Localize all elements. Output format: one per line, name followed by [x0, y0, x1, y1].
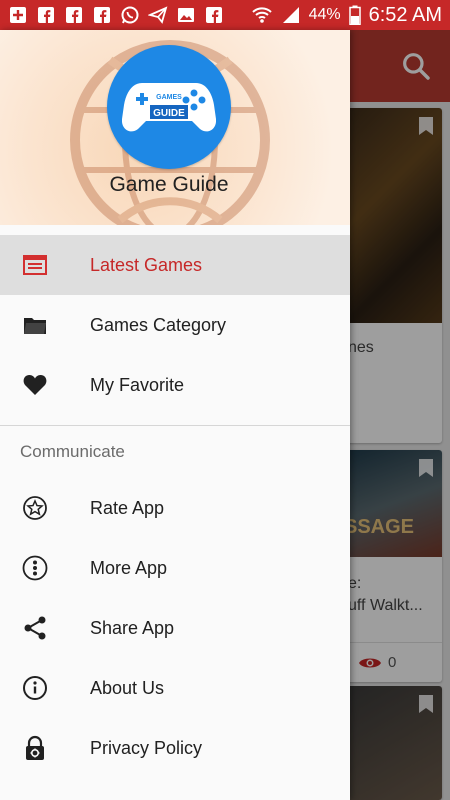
menu-label: About Us — [90, 677, 165, 698]
battery-icon — [348, 5, 361, 25]
facebook-icon — [66, 7, 82, 23]
menu-item-latest-games[interactable]: Latest Games — [0, 235, 350, 295]
menu-label: Share App — [90, 617, 175, 638]
app-logo: GAMES GUIDE — [107, 45, 231, 169]
menu-item-more-app[interactable]: More App — [0, 538, 350, 598]
signal-icon — [282, 7, 299, 23]
image-icon — [178, 8, 194, 22]
menu-label: More App — [90, 557, 168, 578]
navigation-drawer: GAMES GUIDE Game Guide Latest Games Game… — [0, 30, 350, 800]
menu-item-share-app[interactable]: Share App — [0, 598, 350, 658]
drawer-header: GAMES GUIDE Game Guide — [0, 30, 350, 225]
drawer-menu: Latest Games Games Category My Favorite … — [0, 235, 350, 778]
share-icon — [24, 616, 46, 640]
menu-item-my-favorite[interactable]: My Favorite — [0, 355, 350, 415]
plus-box-icon — [10, 7, 26, 23]
send-icon — [148, 6, 168, 24]
menu-label: My Favorite — [90, 374, 185, 395]
more-vertical-icon — [22, 555, 48, 581]
logo-text-top: GAMES — [156, 94, 182, 101]
facebook-icon — [206, 7, 222, 23]
menu-label: Rate App — [90, 497, 165, 518]
app-name: Game Guide — [109, 173, 229, 196]
menu-label: Latest Games — [90, 254, 203, 275]
gamepad-icon: GAMES GUIDE — [122, 83, 216, 132]
status-time: 6:52 AM — [368, 3, 442, 26]
section-title-communicate: Communicate — [20, 442, 125, 461]
calendar-icon — [23, 255, 47, 275]
menu-label: Privacy Policy — [90, 737, 203, 758]
status-bar: 44% 6:52 AM — [0, 0, 450, 30]
menu-item-rate-app[interactable]: Rate App — [0, 478, 350, 538]
menu-label: Games Category — [90, 314, 227, 335]
battery-percent: 44% — [308, 6, 341, 23]
info-icon — [23, 676, 47, 700]
menu-item-privacy-policy[interactable]: Privacy Policy — [0, 718, 350, 778]
logo-text-bottom: GUIDE — [153, 108, 185, 119]
menu-item-games-category[interactable]: Games Category — [0, 295, 350, 355]
heart-icon — [23, 375, 47, 395]
facebook-icon — [94, 7, 110, 23]
folder-icon — [24, 318, 46, 334]
wifi-icon — [251, 7, 272, 23]
whatsapp-icon — [121, 6, 139, 24]
menu-item-about-us[interactable]: About Us — [0, 658, 350, 718]
star-icon — [23, 496, 47, 520]
lock-icon — [26, 735, 44, 760]
facebook-icon — [38, 7, 54, 23]
